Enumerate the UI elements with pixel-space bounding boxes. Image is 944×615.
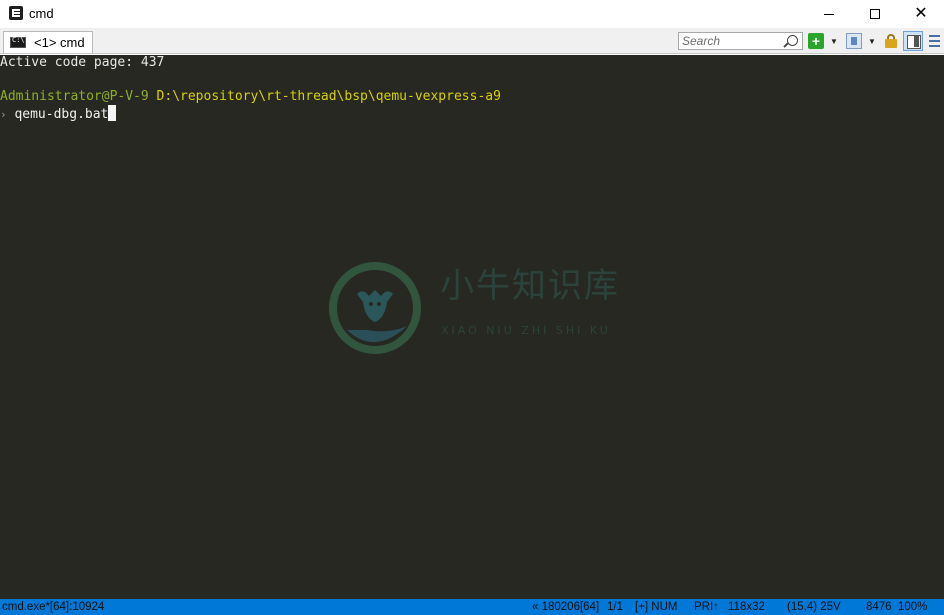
console-area[interactable]: Active code page: 437 Administrator@P-V-… — [0, 55, 944, 599]
plus-icon: + — [811, 33, 821, 49]
search-icon[interactable] — [787, 35, 798, 46]
status-bar: cmd.exe*[64]:10924 « 180206[64] 1/1 [+] … — [0, 599, 944, 615]
text-cursor — [108, 105, 117, 121]
status-process[interactable]: cmd.exe*[64]:10924 — [2, 599, 104, 615]
panel-icon[interactable] — [846, 33, 862, 49]
window-title: cmd — [29, 6, 54, 21]
chevron-down-icon: ▼ — [868, 36, 876, 46]
status-scroll[interactable]: « 180206[64] — [532, 599, 599, 615]
status-keys[interactable]: [+] NUM — [635, 599, 678, 615]
command-text: qemu-dbg.bat — [14, 107, 109, 122]
status-pid[interactable]: 8476 — [866, 599, 892, 615]
maximize-icon — [870, 9, 880, 19]
app-icon — [9, 6, 23, 20]
watermark: 小牛知识库 XIAO NIU ZHI SHI KU — [327, 260, 627, 360]
new-console-button[interactable]: + — [808, 33, 824, 49]
lock-icon[interactable] — [883, 33, 899, 49]
watermark-subtitle: XIAO NIU ZHI SHI KU — [441, 324, 611, 337]
status-pages[interactable]: 1/1 — [607, 599, 623, 615]
search-input[interactable] — [679, 33, 783, 49]
status-priority[interactable]: PRI↑ — [694, 599, 719, 615]
chevron-down-icon: ▼ — [830, 36, 838, 46]
new-console-dropdown[interactable]: ▼ — [829, 33, 839, 49]
prompt-line: Administrator@P-V-9 D:\repository\rt-thr… — [0, 88, 501, 105]
prompt-symbol: › — [0, 108, 7, 121]
console-line: Active code page: 437 — [0, 55, 165, 70]
close-button[interactable]: ✕ — [898, 0, 944, 28]
console-tab-icon — [10, 36, 26, 48]
status-zoom[interactable]: 100% — [898, 599, 927, 615]
close-icon: ✕ — [914, 5, 928, 22]
maximize-button[interactable] — [852, 0, 898, 28]
status-cursor[interactable]: (15,4) 25V — [787, 599, 841, 615]
prompt-user: Administrator@P-V-9 — [0, 89, 149, 104]
tab-cmd[interactable]: <1> cmd — [3, 31, 93, 53]
lock-body — [885, 39, 897, 48]
search-box[interactable] — [678, 32, 803, 50]
command-line[interactable]: › qemu-dbg.bat — [0, 105, 117, 123]
watermark-logo — [329, 262, 421, 354]
title-bar: cmd ✕ — [0, 0, 944, 28]
tab-toolbar: <1> cmd + ▼ ▼ — [0, 28, 944, 54]
menu-icon[interactable] — [926, 33, 942, 49]
prompt-path: D:\repository\rt-thread\bsp\qemu-vexpres… — [156, 89, 501, 104]
status-size[interactable]: 118x32 — [728, 599, 765, 615]
layout-icon[interactable] — [903, 31, 923, 51]
panel-dropdown[interactable]: ▼ — [867, 33, 877, 49]
minimize-button[interactable] — [806, 0, 852, 28]
minimize-icon — [824, 13, 834, 15]
watermark-title: 小牛知识库 — [440, 266, 620, 306]
tab-label: <1> cmd — [34, 35, 85, 50]
